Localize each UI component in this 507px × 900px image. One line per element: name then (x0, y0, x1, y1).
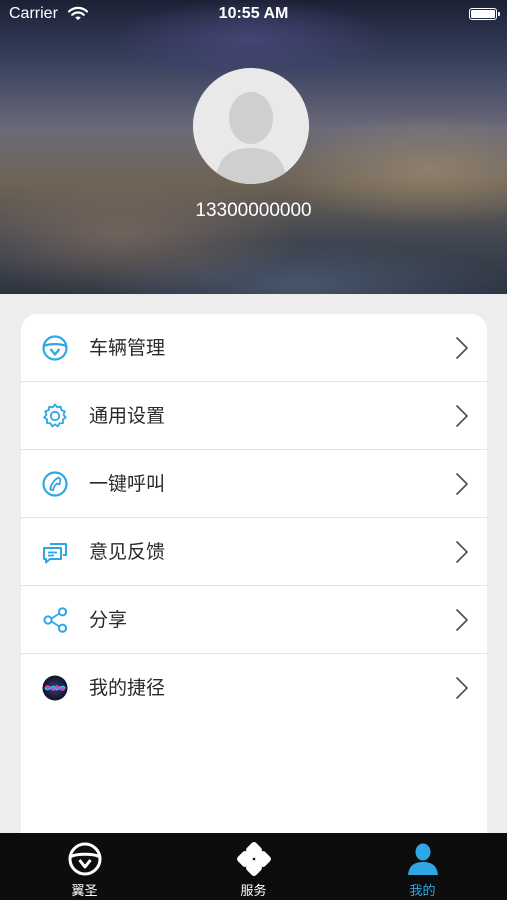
feedback-chat-icon (41, 538, 69, 566)
menu-item-my-shortcuts[interactable]: 我的捷径 (21, 654, 487, 721)
person-icon (405, 841, 441, 877)
chevron-right-icon (455, 540, 469, 564)
menu-item-share[interactable]: 分享 (21, 586, 487, 654)
default-avatar-icon (193, 68, 309, 184)
avatar[interactable] (193, 68, 309, 184)
menu-item-general-settings[interactable]: 通用设置 (21, 382, 487, 450)
menu-item-label: 意见反馈 (89, 541, 166, 563)
menu-item-label: 我的捷径 (89, 677, 166, 699)
phone-number[interactable]: 13300000000 (0, 200, 507, 222)
menu-item-label: 车辆管理 (89, 337, 166, 359)
menu-item-label: 一键呼叫 (89, 473, 166, 495)
tab-services[interactable]: 服务 (169, 833, 338, 900)
gear-icon (41, 402, 69, 430)
share-icon (41, 606, 69, 634)
tab-label: 服务 (240, 884, 267, 899)
tab-label: 我的 (409, 884, 436, 899)
menu-item-label: 通用设置 (89, 405, 166, 427)
chevron-right-icon (455, 676, 469, 700)
tab-mine[interactable]: 我的 (338, 833, 507, 900)
chevron-right-icon (455, 472, 469, 496)
clover-icon (236, 841, 272, 877)
status-bar: Carrier 10:55 AM (0, 0, 507, 30)
profile-header: Carrier 10:55 AM 13300000000 (0, 0, 507, 294)
menu-item-one-key-call[interactable]: 一键呼叫 (21, 450, 487, 518)
status-time: 10:55 AM (218, 5, 289, 22)
steering-wheel-icon (41, 334, 69, 362)
menu-item-feedback[interactable]: 意见反馈 (21, 518, 487, 586)
menu-item-vehicle-management[interactable]: 车辆管理 (21, 314, 487, 382)
siri-shortcut-icon (41, 674, 69, 702)
tab-yisheng[interactable]: 翼圣 (0, 833, 169, 900)
menu-card: 车辆管理 通用设置 一键呼叫 意见反馈 分享 我的捷径 (21, 314, 487, 833)
chevron-right-icon (455, 336, 469, 360)
battery-icon (469, 8, 500, 20)
steering-wheel-icon (67, 841, 103, 877)
phone-call-icon (41, 470, 69, 498)
tab-label: 翼圣 (71, 884, 98, 899)
menu-item-label: 分享 (89, 609, 128, 631)
tab-bar: 翼圣 服务 我的 (0, 833, 507, 900)
chevron-right-icon (455, 404, 469, 428)
chevron-right-icon (455, 608, 469, 632)
